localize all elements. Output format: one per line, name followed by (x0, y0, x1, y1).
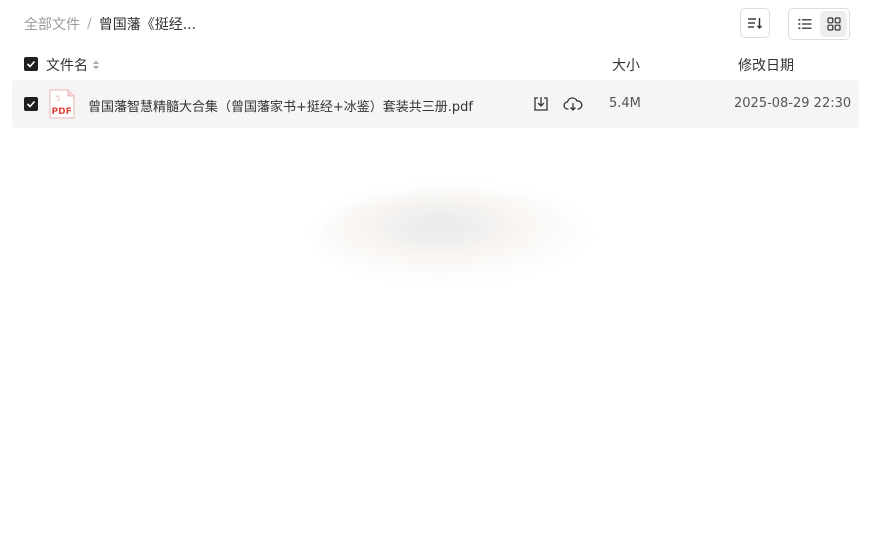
table-header: 文件名 大小 修改日期 (0, 52, 874, 76)
svg-text:PDF: PDF (52, 107, 72, 117)
table-row[interactable]: PDF 曾国藩智慧精髓大合集（曾国藩家书+挺经+冰鉴）套装共三册.pdf 5.4… (12, 80, 859, 128)
file-size: 5.4M (609, 96, 641, 111)
breadcrumb: 全部文件 / 曾国藩《挺经... (24, 14, 196, 34)
grid-view-icon (826, 17, 841, 31)
sort-button[interactable] (740, 8, 770, 38)
file-browser-page: 全部文件 / 曾国藩《挺经... 文件名 大小 修改日期 PDF 曾国藩智慧精髓… (0, 0, 874, 538)
breadcrumb-separator: / (87, 16, 92, 32)
breadcrumb-root-link[interactable]: 全部文件 (24, 14, 80, 34)
file-name[interactable]: 曾国藩智慧精髓大合集（曾国藩家书+挺经+冰鉴）套装共三册.pdf (88, 96, 473, 115)
download-icon[interactable] (532, 95, 550, 113)
date-column-header[interactable]: 修改日期 (738, 55, 794, 75)
size-column-header[interactable]: 大小 (612, 55, 640, 75)
row-checkbox[interactable] (24, 97, 38, 111)
select-all-checkbox[interactable] (24, 57, 38, 71)
pdf-file-icon: PDF (49, 89, 75, 119)
list-view-button[interactable] (791, 11, 818, 37)
list-view-icon (798, 19, 811, 29)
checkmark-icon (26, 60, 36, 68)
file-modified-date: 2025-08-29 22:30 (734, 96, 852, 111)
breadcrumb-current: 曾国藩《挺经... (98, 17, 197, 33)
sort-descending-icon (748, 18, 763, 30)
sort-arrows-icon (92, 59, 100, 71)
name-column-label: 文件名 (46, 58, 88, 74)
save-to-cloud-icon[interactable] (563, 95, 583, 113)
checkmark-icon (26, 100, 36, 108)
loading-glow-decoration (318, 190, 588, 280)
view-toggle (788, 8, 850, 40)
grid-view-button[interactable] (820, 11, 847, 37)
name-column-header[interactable]: 文件名 (46, 55, 100, 75)
